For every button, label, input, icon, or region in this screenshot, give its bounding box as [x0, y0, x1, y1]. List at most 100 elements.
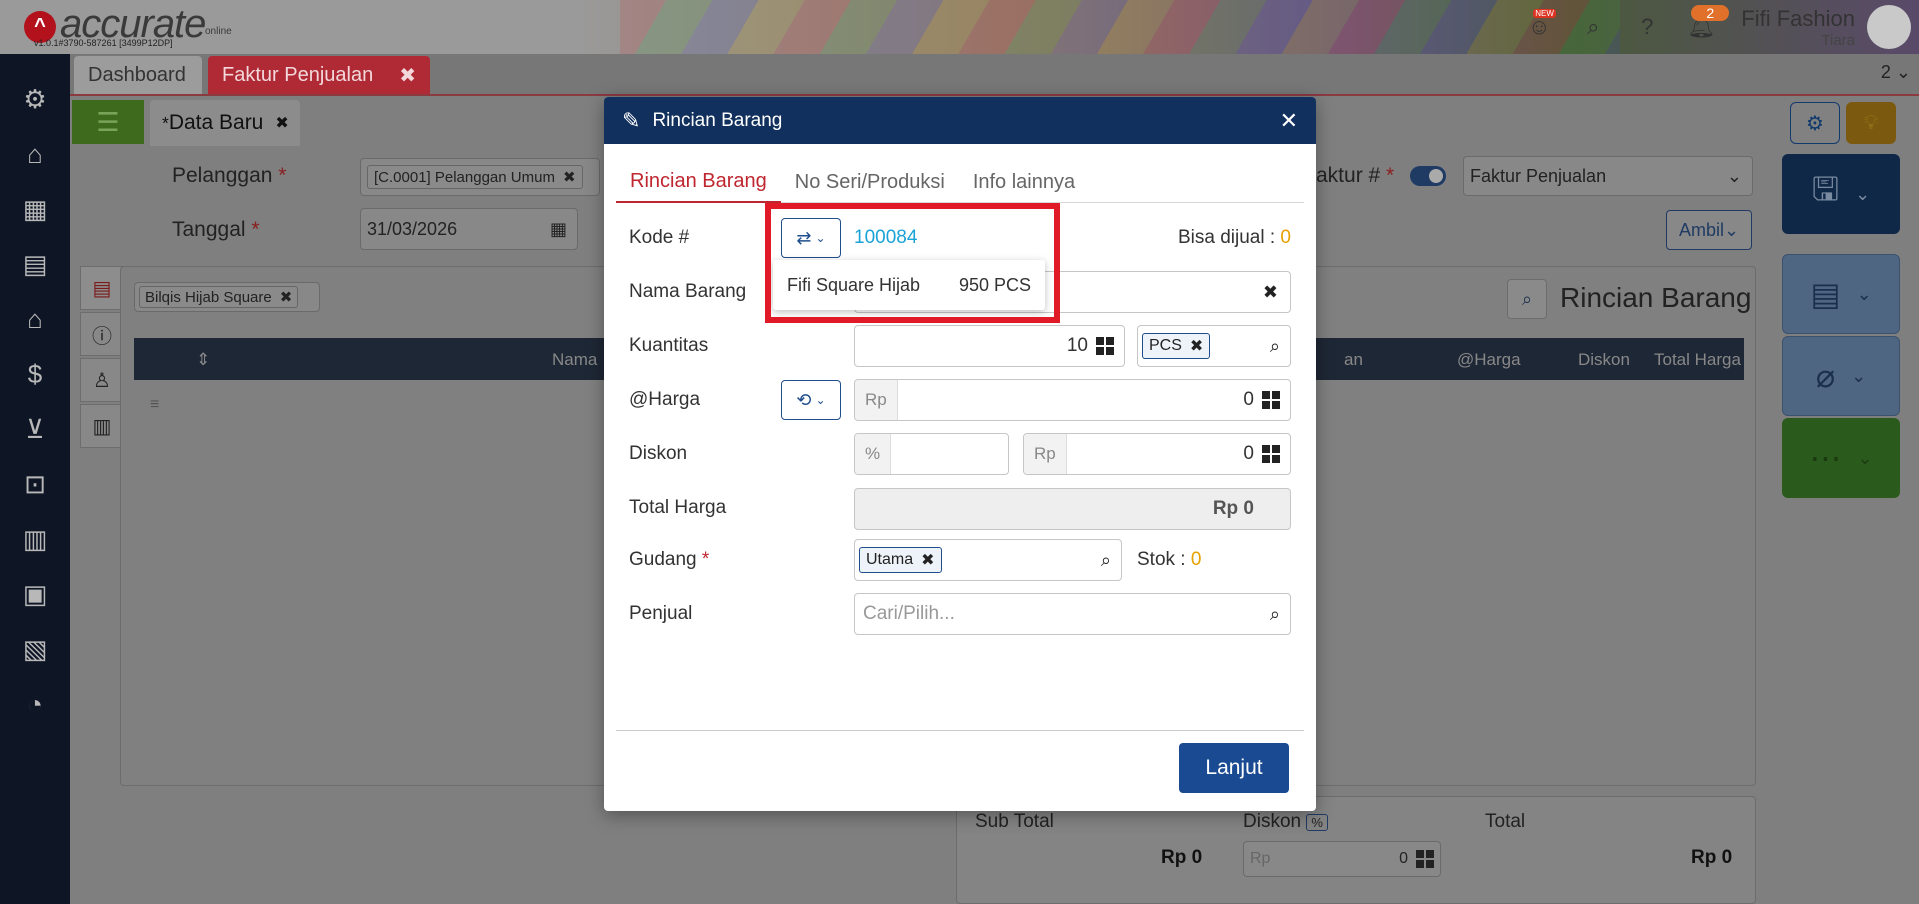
- auto-number-toggle[interactable]: [1410, 166, 1446, 186]
- print-button[interactable]: ▤ ⌄: [1782, 254, 1900, 334]
- bank-icon[interactable]: ⌂: [18, 302, 52, 336]
- faktur-type-select[interactable]: Faktur Penjualan ⌄: [1463, 156, 1753, 196]
- search-icon[interactable]: ⌕: [1270, 604, 1280, 625]
- remove-item-icon[interactable]: ✖: [280, 288, 293, 306]
- harga-input[interactable]: Rp 0: [854, 379, 1291, 421]
- satuan-value: PCS: [1149, 337, 1182, 354]
- book-icon[interactable]: ▤: [18, 247, 52, 281]
- chip-item-label: Bilqis Hijab Square: [145, 288, 272, 306]
- factory-icon[interactable]: ▥: [18, 522, 52, 556]
- diskon-percent-prefix: %: [855, 434, 892, 474]
- sort-icon[interactable]: ⇕: [196, 350, 210, 370]
- kode-label: Kode #: [629, 227, 690, 248]
- calculator-icon[interactable]: [1416, 850, 1434, 868]
- col-nama: Nama: [552, 350, 598, 369]
- payment-icon[interactable]: ▥: [80, 404, 124, 448]
- report-icon[interactable]: ◔: [18, 687, 52, 721]
- satuan-chip: PCS ✖: [1142, 333, 1211, 359]
- total-harga-value: Rp 0: [1212, 498, 1254, 519]
- user-info[interactable]: Fifi Fashion Tiara: [1741, 6, 1855, 49]
- modal-header: ✎ Rincian Barang ✕: [604, 97, 1316, 144]
- subtab-data-baru[interactable]: * Data Baru ✖: [150, 100, 300, 146]
- lanjut-button[interactable]: Lanjut: [1179, 743, 1289, 793]
- totals-panel: Sub Total Rp 0 Diskon % Rp 0 Total Rp 0: [956, 796, 1756, 904]
- notif-badge: 2: [1691, 5, 1730, 21]
- row-menu-icon[interactable]: ≡: [150, 396, 159, 414]
- calculator-icon[interactable]: [1262, 391, 1280, 409]
- bell-icon[interactable]: 🔔︎ 2: [1687, 5, 1730, 41]
- help-icon[interactable]: ?: [1633, 13, 1661, 41]
- tab-no-seri[interactable]: No Seri/Produksi: [781, 161, 959, 203]
- total-harga-field: Rp 0: [854, 488, 1291, 530]
- gear-icon[interactable]: ⚙: [18, 82, 52, 116]
- item-search-field[interactable]: Bilqis Hijab Square ✖: [134, 282, 320, 312]
- close-icon[interactable]: ✕: [1280, 108, 1298, 134]
- footer-divider: [616, 730, 1304, 731]
- tab-dashboard[interactable]: Dashboard: [74, 56, 202, 94]
- ambil-button[interactable]: Ambil ⌄: [1666, 210, 1752, 250]
- stok-label: Stok :: [1137, 549, 1186, 570]
- diskon-percent-input[interactable]: %: [854, 433, 1009, 475]
- list-view-icon[interactable]: ☰: [72, 100, 144, 144]
- asset-icon[interactable]: ▣: [18, 577, 52, 611]
- search-icon[interactable]: ⌕: [1101, 550, 1111, 571]
- gudang-input[interactable]: Utama ✖ ⌕: [854, 539, 1122, 581]
- panel-search-button[interactable]: ⌕: [1507, 279, 1547, 319]
- diskon-pct-toggle[interactable]: %: [1306, 814, 1328, 831]
- harga-label: @Harga: [629, 389, 701, 410]
- totals-diskon-input[interactable]: Rp 0: [1243, 841, 1441, 877]
- total-harga-label: Total Harga: [629, 497, 727, 518]
- close-tab-icon[interactable]: ✖: [399, 63, 416, 88]
- document-icon[interactable]: ▤: [80, 266, 124, 310]
- subtotal-label: Sub Total: [975, 811, 1054, 832]
- calculator-icon[interactable]: [1262, 445, 1280, 463]
- inventory-icon[interactable]: ⌂: [18, 137, 52, 171]
- remove-pelanggan-icon[interactable]: ✖: [563, 168, 576, 186]
- save-button[interactable]: 🖫︎ ⌄: [1782, 154, 1900, 234]
- remove-gudang-icon[interactable]: ✖: [921, 550, 934, 570]
- lightbulb-button[interactable]: 💡︎: [1846, 102, 1896, 144]
- money-bag-icon[interactable]: $: [18, 357, 52, 391]
- search-icon[interactable]: ⌕: [1579, 13, 1607, 41]
- tab-faktur-penjualan[interactable]: Faktur Penjualan ✖: [208, 56, 430, 94]
- cart-icon[interactable]: ⊻: [18, 412, 52, 446]
- pencil-icon: ✎: [622, 107, 641, 133]
- info-icon[interactable]: ⓘ: [80, 312, 124, 356]
- harga-history-button[interactable]: ⟲ ⌄: [781, 380, 841, 420]
- calendar-icon[interactable]: ▦: [550, 219, 567, 240]
- tab-faktur-label: Faktur Penjualan: [222, 63, 374, 86]
- chevron-down-icon: ⌄: [815, 393, 826, 407]
- penjual-input[interactable]: Cari/Pilih... ⌕: [854, 593, 1291, 635]
- close-subtab-icon[interactable]: ✖: [275, 113, 288, 133]
- person-icon[interactable]: ♙: [80, 358, 124, 402]
- kuantitas-input[interactable]: 10: [854, 325, 1125, 367]
- calculator-icon[interactable]: [1096, 337, 1114, 355]
- totals-diskon-label: Diskon %: [1243, 811, 1328, 833]
- tanggal-field[interactable]: 31/03/2026 ▦: [360, 208, 578, 250]
- col-harga: @Harga: [1457, 350, 1521, 369]
- building-icon[interactable]: ▦: [18, 192, 52, 226]
- stok-value: 0: [1190, 549, 1202, 570]
- new-feature-icon[interactable]: ☺ NEW: [1525, 9, 1556, 41]
- tab-dashboard-label: Dashboard: [88, 63, 186, 86]
- tab-count-dropdown[interactable]: 2 ⌄: [1881, 62, 1911, 83]
- totals-diskon-prefix: Rp: [1250, 850, 1271, 867]
- settings-button[interactable]: ⚙: [1790, 102, 1840, 144]
- logo-online: online: [205, 26, 232, 37]
- sidebar: ⚙ ⌂ ▦ ▤ ⌂ $ ⊻ ⊡ ▥ ▣ ▧ ◔: [0, 54, 70, 904]
- diskon-amount-input[interactable]: Rp 0: [1023, 433, 1291, 475]
- search-icon[interactable]: ⌕: [1270, 336, 1280, 357]
- cart-box-icon[interactable]: ⊡: [18, 467, 52, 501]
- more-button[interactable]: ⋯ ⌄: [1782, 418, 1900, 498]
- totals-diskon-value: 0: [1399, 850, 1408, 867]
- remove-satuan-icon[interactable]: ✖: [1190, 336, 1203, 356]
- tab-rincian-barang[interactable]: Rincian Barang: [616, 161, 781, 203]
- pelanggan-field[interactable]: [C.0001] Pelanggan Umum ✖: [360, 158, 600, 196]
- harga-value: 0: [1243, 389, 1254, 410]
- tax-icon[interactable]: ▧: [18, 632, 52, 666]
- attachment-button[interactable]: ⌀ ⌄: [1782, 336, 1900, 416]
- clear-icon[interactable]: ✖: [1263, 282, 1278, 303]
- tab-info-lainnya[interactable]: Info lainnya: [959, 161, 1089, 203]
- avatar[interactable]: [1867, 5, 1911, 49]
- satuan-input[interactable]: PCS ✖ ⌕: [1137, 325, 1291, 367]
